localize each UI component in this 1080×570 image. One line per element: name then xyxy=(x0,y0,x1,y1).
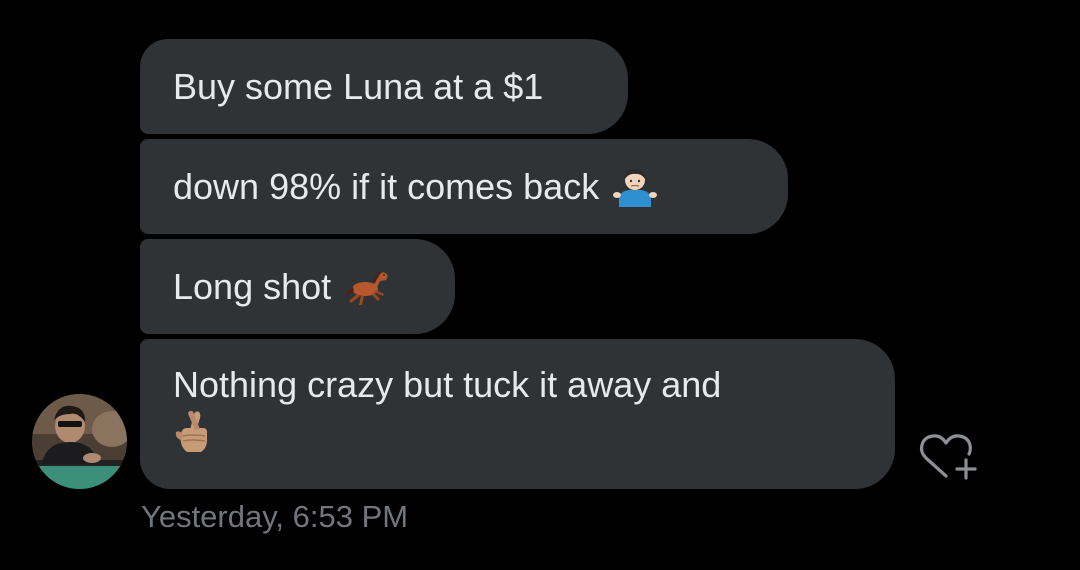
message-text: down 98% if it comes back xyxy=(173,165,600,207)
crossed-fingers-icon xyxy=(173,410,862,465)
person-shrugging-icon xyxy=(613,167,658,207)
message-text: Long shot xyxy=(173,265,332,307)
dm-thread: Buy some Luna at a $1 down 98% if it com… xyxy=(0,0,1080,570)
message-bubble-4[interactable]: Nothing crazy but tuck it away and xyxy=(140,339,895,489)
horse-icon xyxy=(345,267,391,307)
add-reaction-heart-icon[interactable] xyxy=(918,432,980,484)
message-bubble-2[interactable]: down 98% if it comes back xyxy=(140,139,788,234)
message-bubble-1[interactable]: Buy some Luna at a $1 xyxy=(140,39,628,134)
avatar[interactable] xyxy=(32,394,127,489)
message-bubble-3[interactable]: Long shot xyxy=(140,239,455,334)
message-text: Nothing crazy but tuck it away and xyxy=(173,364,722,405)
message-timestamp: Yesterday, 6:53 PM xyxy=(141,499,409,534)
message-text: Buy some Luna at a $1 xyxy=(173,65,544,107)
